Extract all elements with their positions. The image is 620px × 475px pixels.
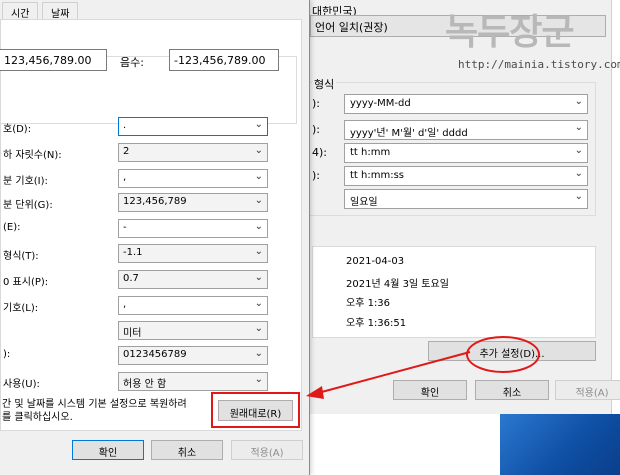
back-apply-button[interactable]: 적용(A) [555, 380, 620, 400]
chevron-down-icon: ⌄ [254, 323, 263, 334]
list-separator-label: 기호(L): [3, 303, 39, 314]
short-time-label: 4): [312, 146, 327, 159]
leading-zero-select[interactable]: 0.7 ⌄ [118, 270, 268, 289]
watermark-url: http://mainia.tistory.com [458, 58, 620, 71]
decimal-symbol-row: 호(D): . ⌄ [1, 117, 271, 136]
chevron-down-icon: ⌄ [254, 195, 263, 206]
leading-zero-row: 0 표시(P): 0.7 ⌄ [1, 270, 271, 289]
customize-format-dialog: 시간 날짜 123,456,789.00 음수: -123,456,789.00… [0, 0, 310, 475]
chevron-down-icon: ⌄ [574, 145, 583, 156]
chevron-down-icon: ⌄ [254, 171, 263, 182]
digit-grouping-row: 분 단위(G): 123,456,789 ⌄ [1, 193, 271, 212]
short-time-select[interactable]: tt h:mm ⌄ [344, 143, 588, 163]
decimal-digits-row: 하 자릿수(N): 2 ⌄ [1, 143, 271, 162]
digit-grouping-label: 분 단위(G): [3, 200, 53, 211]
list-separator-select[interactable]: , ⌄ [118, 296, 268, 315]
watermark-title: 녹두장군 [445, 11, 574, 53]
chevron-down-icon: ⌄ [254, 119, 263, 130]
long-date-label: ): [312, 123, 320, 136]
short-date-select[interactable]: yyyy-MM-dd ⌄ [344, 94, 588, 114]
highlight-circle [466, 336, 540, 373]
chevron-down-icon: ⌄ [254, 298, 263, 309]
negative-label: 음수: [120, 56, 144, 69]
decimal-symbol-select[interactable]: . ⌄ [118, 117, 268, 136]
decimal-digits-label: 하 자릿수(N): [3, 150, 62, 161]
chevron-down-icon: ⌄ [254, 348, 263, 359]
tab-content-panel: 123,456,789.00 음수: -123,456,789.00 호(D):… [0, 19, 302, 431]
chevron-down-icon: ⌄ [254, 221, 263, 232]
apply-button[interactable]: 적용(A) [231, 440, 303, 460]
native-digits-select[interactable]: 허용 안 함 ⌄ [118, 372, 268, 391]
chevron-down-icon: ⌄ [254, 246, 263, 257]
restore-instructions: 간 및 날짜를 시스템 기본 설정으로 복원하려 를 클릭하십시오. [2, 398, 208, 424]
ok-button[interactable]: 확인 [72, 440, 144, 460]
restore-instructions-line2: 를 클릭하십시오. [2, 412, 73, 423]
long-time-label: ): [312, 169, 320, 182]
cancel-button[interactable]: 취소 [151, 440, 223, 460]
positive-example-field: 123,456,789.00 [0, 49, 107, 71]
example-long-time: 오후 1:36:51 [346, 318, 407, 329]
negative-format-select[interactable]: -1.1 ⌄ [118, 244, 268, 263]
tab-time[interactable]: 시간 [2, 2, 39, 20]
example-long-date: 2021년 4월 3일 토요일 [346, 279, 449, 290]
negative-sign-label: (E): [3, 222, 21, 233]
measurement-select[interactable]: 미터 ⌄ [118, 321, 268, 340]
leading-zero-label: 0 표시(P): [3, 277, 49, 288]
restore-instructions-line1: 간 및 날짜를 시스템 기본 설정으로 복원하려 [2, 399, 187, 410]
back-ok-button[interactable]: 확인 [393, 380, 467, 400]
standard-digits-row: ): 0123456789 ⌄ [1, 346, 271, 365]
negative-example-field: -123,456,789.00 [169, 49, 279, 71]
negative-format-row: 형식(T): -1.1 ⌄ [1, 244, 271, 263]
measurement-row: 미터 ⌄ [1, 321, 271, 340]
standard-digits-select[interactable]: 0123456789 ⌄ [118, 346, 268, 365]
chevron-down-icon: ⌄ [574, 191, 583, 202]
negative-sign-select[interactable]: - ⌄ [118, 219, 268, 238]
chevron-down-icon: ⌄ [254, 145, 263, 156]
decimal-symbol-label: 호(D): [3, 124, 32, 135]
desktop-background [500, 414, 620, 475]
tab-date[interactable]: 날짜 [42, 2, 79, 20]
native-digits-row: 사용(U): 허용 안 함 ⌄ [1, 372, 271, 391]
back-cancel-button[interactable]: 취소 [475, 380, 549, 400]
negative-format-label: 형식(T): [3, 251, 39, 262]
digit-grouping-symbol-label: 분 기호(I): [3, 176, 48, 187]
chevron-down-icon: ⌄ [254, 374, 263, 385]
chevron-down-icon: ⌄ [254, 272, 263, 283]
first-day-select[interactable]: 일요일 ⌄ [344, 189, 588, 209]
example-short-date: 2021-04-03 [346, 256, 405, 267]
long-date-select[interactable]: yyyy'년' M'월' d'일' dddd ⌄ [344, 120, 588, 140]
decimal-digits-select[interactable]: 2 ⌄ [118, 143, 268, 162]
digit-grouping-symbol-select[interactable]: , ⌄ [118, 169, 268, 188]
negative-sign-row: (E): - ⌄ [1, 219, 271, 238]
native-digits-label: 사용(U): [3, 379, 40, 390]
digit-grouping-symbol-row: 분 기호(I): , ⌄ [1, 169, 271, 188]
digit-grouping-select[interactable]: 123,456,789 ⌄ [118, 193, 268, 212]
long-time-select[interactable]: tt h:mm:ss ⌄ [344, 166, 588, 186]
chevron-down-icon: ⌄ [574, 168, 583, 179]
formats-title: 형식 [312, 76, 337, 92]
chevron-down-icon: ⌄ [574, 122, 583, 133]
chevron-down-icon: ⌄ [574, 96, 583, 107]
standard-digits-label: ): [3, 349, 11, 360]
short-date-label: ): [312, 97, 320, 110]
list-separator-row: 기호(L): , ⌄ [1, 296, 271, 315]
example-short-time: 오후 1:36 [346, 298, 391, 309]
restore-defaults-button[interactable]: 원래대로(R) [218, 400, 293, 421]
